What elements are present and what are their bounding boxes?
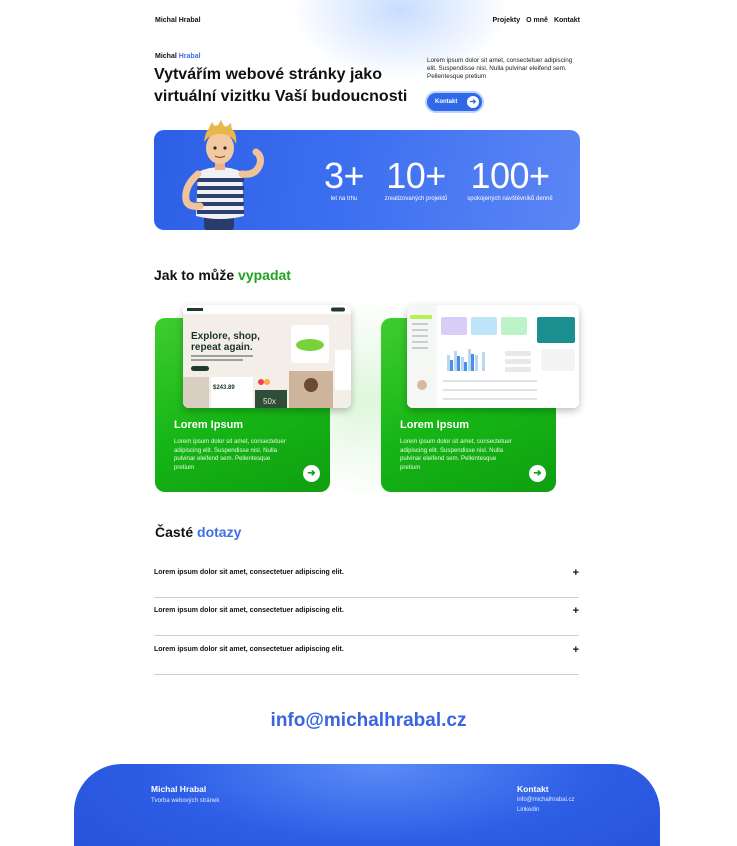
preview-price: $243.89 bbox=[213, 385, 235, 391]
card-title: Lorem Ipsum bbox=[400, 419, 470, 431]
stat-years: 3+ let na trhu bbox=[320, 158, 368, 203]
top-nav: Michal Hrabal Projekty O mně Kontakt bbox=[155, 17, 580, 24]
project-preview-image bbox=[407, 305, 579, 408]
arrow-right-icon[interactable]: ➜ bbox=[303, 465, 320, 482]
stat-label: zrealizovaných projektů bbox=[384, 196, 448, 202]
contact-button[interactable]: Kontakt ➜ bbox=[427, 93, 482, 111]
avatar-illustration bbox=[182, 120, 264, 230]
plus-icon[interactable]: + bbox=[573, 644, 579, 656]
plus-icon[interactable]: + bbox=[573, 567, 579, 579]
faq-question: Lorem ipsum dolor sit amet, consectetuer… bbox=[154, 646, 344, 653]
faq-title-accent: dotazy bbox=[197, 524, 242, 540]
faq-question: Lorem ipsum dolor sit amet, consectetuer… bbox=[154, 607, 344, 614]
stat-value: 100+ bbox=[470, 155, 550, 196]
nav-brand[interactable]: Michal Hrabal bbox=[155, 17, 201, 24]
showcase-title-plain: Jak to může bbox=[154, 267, 235, 283]
card-description: Lorem ipsum dolor sit amet, consectetuer… bbox=[174, 438, 286, 471]
nav-link-o-mne[interactable]: O mně bbox=[526, 17, 548, 24]
footer-brand: Michal Hrabal bbox=[151, 784, 207, 794]
nav-link-projekty[interactable]: Projekty bbox=[493, 17, 521, 24]
plus-icon[interactable]: + bbox=[573, 605, 579, 617]
stat-value: 10+ bbox=[386, 155, 446, 196]
arrow-right-icon: ➜ bbox=[467, 96, 479, 108]
faq-item[interactable]: Lorem ipsum dolor sit amet, consectetuer… bbox=[154, 560, 579, 598]
stat-value: 3+ bbox=[323, 155, 365, 196]
arrow-right-icon[interactable]: ➜ bbox=[529, 465, 546, 482]
contact-button-label: Kontakt bbox=[435, 99, 458, 105]
footer-tagline: Tvorba webových stránek bbox=[151, 798, 220, 804]
showcase-title: Jak to může vypadat bbox=[154, 267, 291, 283]
nav-link-kontakt[interactable]: Kontakt bbox=[554, 17, 580, 24]
faq-title: Časté dotazy bbox=[155, 524, 241, 540]
stat-label: spokojených návštěvníků denně bbox=[467, 196, 553, 202]
faq-item[interactable]: Lorem ipsum dolor sit amet, consectetuer… bbox=[154, 637, 579, 675]
stat-label: let na trhu bbox=[330, 196, 358, 202]
footer-email-link[interactable]: info@michalhrabal.cz bbox=[517, 797, 574, 803]
stat-visitors: 100+ spokojených návštěvníků denně bbox=[464, 158, 556, 203]
stat-projects: 10+ zrealizovaných projektů bbox=[383, 158, 449, 203]
hero-tag-name: Michal bbox=[155, 53, 177, 60]
preview-heading: Explore, shop, repeat again. bbox=[191, 331, 260, 353]
footer-contact-title: Kontakt bbox=[517, 784, 549, 794]
contact-email-link[interactable]: info@michalhrabal.cz bbox=[0, 710, 737, 732]
stats-banner: 3+ let na trhu 10+ zrealizovaných projek… bbox=[154, 120, 580, 230]
hero-title: Vytvářím webové stránky jako virtuální v… bbox=[154, 66, 408, 105]
hero-tag: Michal Hrabal bbox=[155, 53, 201, 60]
card-title: Lorem Ipsum bbox=[174, 419, 244, 431]
project-preview-image: Explore, shop, repeat again. $243.89 50x bbox=[183, 305, 351, 408]
faq-question: Lorem ipsum dolor sit amet, consectetuer… bbox=[154, 569, 344, 576]
showcase-title-accent: vypadat bbox=[238, 267, 291, 283]
faq-title-plain: Časté bbox=[155, 524, 194, 540]
nav-links: Projekty O mně Kontakt bbox=[493, 17, 580, 24]
preview-badge: 50x bbox=[263, 397, 276, 406]
hero-tag-accent: Hrabal bbox=[178, 53, 201, 60]
footer: Michal Hrabal Tvorba webových stránek Ko… bbox=[74, 764, 660, 846]
project-card[interactable]: Explore, shop, repeat again. $243.89 50x … bbox=[155, 305, 351, 492]
faq-item[interactable]: Lorem ipsum dolor sit amet, consectetuer… bbox=[154, 598, 579, 636]
card-description: Lorem ipsum dolor sit amet, consectetuer… bbox=[400, 438, 512, 471]
footer-linkedin-link[interactable]: Linkedin bbox=[517, 807, 539, 813]
project-card[interactable]: Lorem Ipsum Lorem ipsum dolor sit amet, … bbox=[381, 305, 579, 492]
hero-description: Lorem ipsum dolor sit amet, consectetuer… bbox=[427, 57, 573, 81]
